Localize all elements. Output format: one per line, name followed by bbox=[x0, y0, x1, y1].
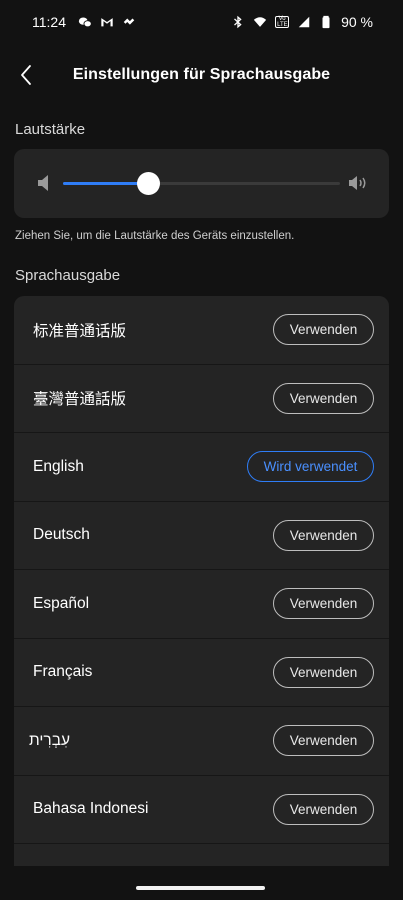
volume-hint: Ziehen Sie, um die Lautstärke des Geräts… bbox=[15, 230, 295, 242]
voice-name: Deutsch bbox=[33, 526, 90, 544]
status-time: 11:24 bbox=[32, 14, 66, 30]
status-right: Vo LTE 90 % bbox=[231, 14, 373, 30]
use-voice-button[interactable]: Verwenden bbox=[273, 793, 374, 825]
voice-name: 标准普通话版 bbox=[33, 322, 127, 340]
voice-row-mandarin-taiwan: 臺灣普通話版 Verwenden bbox=[14, 365, 389, 433]
app-notification-icon bbox=[122, 15, 136, 29]
header: Einstellungen für Sprachausgabe bbox=[0, 50, 403, 100]
voice-name: Bahasa Indonesi bbox=[33, 800, 149, 818]
page-title: Einstellungen für Sprachausgabe bbox=[72, 66, 331, 83]
voice-name: 臺灣普通話版 bbox=[33, 391, 127, 409]
chevron-left-icon bbox=[21, 65, 31, 85]
voice-name: עִבְרִית bbox=[29, 731, 70, 749]
voice-row-francais: Français Verwenden bbox=[14, 639, 389, 707]
use-voice-button[interactable]: Verwenden bbox=[273, 725, 374, 757]
home-indicator[interactable] bbox=[136, 886, 265, 890]
volte-icon: Vo LTE bbox=[275, 16, 290, 28]
bluetooth-icon bbox=[231, 15, 245, 29]
battery-percent: 90 % bbox=[341, 14, 373, 30]
voice-row-english: English Wird verwendet bbox=[14, 433, 389, 502]
wechat-icon bbox=[78, 15, 92, 29]
gmail-icon bbox=[100, 15, 114, 29]
signal-icon bbox=[297, 15, 311, 29]
in-use-voice-button[interactable]: Wird verwendet bbox=[247, 451, 374, 483]
use-voice-button[interactable]: Verwenden bbox=[273, 314, 374, 346]
use-voice-button[interactable]: Verwenden bbox=[273, 519, 374, 551]
use-voice-button[interactable]: Verwenden bbox=[273, 382, 374, 414]
voice-row-mandarin-standard: 标准普通话版 Verwenden bbox=[14, 296, 389, 365]
volume-high-icon bbox=[349, 176, 366, 190]
voice-row-deutsch: Deutsch Verwenden bbox=[14, 502, 389, 570]
wifi-icon bbox=[253, 15, 267, 29]
use-voice-button[interactable]: Verwenden bbox=[273, 656, 374, 688]
volume-card bbox=[14, 149, 389, 218]
battery-icon bbox=[319, 15, 333, 29]
use-voice-button[interactable]: Verwenden bbox=[273, 588, 374, 620]
voice-list: 标准普通话版 Verwenden 臺灣普通話版 Verwenden Englis… bbox=[14, 296, 389, 866]
volume-slider-thumb[interactable] bbox=[137, 172, 160, 195]
voice-name: Français bbox=[33, 663, 93, 681]
volume-slider[interactable] bbox=[63, 182, 340, 185]
back-button[interactable] bbox=[14, 62, 38, 88]
voice-row-espanol: Español Verwenden bbox=[14, 570, 389, 639]
voice-row-bahasa-indonesia: Bahasa Indonesi Verwenden bbox=[14, 776, 389, 844]
volte-badge-bottom: LTE bbox=[277, 22, 288, 28]
status-left: 11:24 bbox=[32, 14, 136, 30]
voice-row-hebrew: עִבְרִית Verwenden bbox=[14, 707, 389, 776]
status-bar: 11:24 Vo LTE 90 % bbox=[0, 0, 403, 44]
volume-low-icon bbox=[38, 175, 48, 191]
voice-name: Español bbox=[33, 594, 90, 612]
voice-section-title: Sprachausgabe bbox=[15, 267, 121, 284]
voice-name: English bbox=[33, 457, 84, 475]
volume-section-title: Lautstärke bbox=[15, 121, 86, 138]
